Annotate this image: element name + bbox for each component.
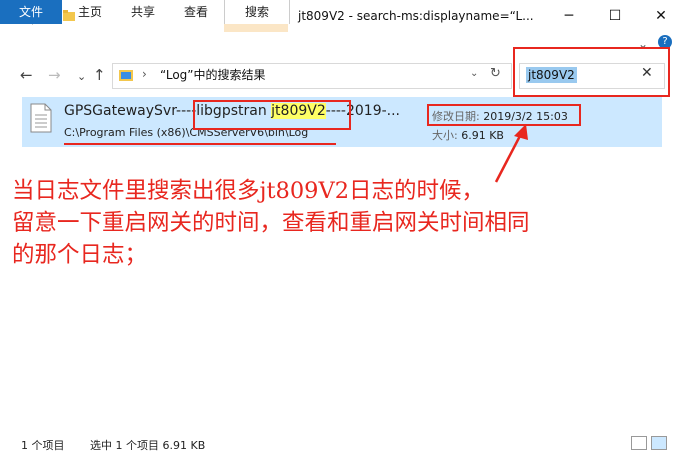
item-count: 1 个项目 xyxy=(21,439,65,452)
annotation-line-1: 当日志文件里搜索出很多jt809V2日志的时候， xyxy=(12,178,485,204)
tab-file[interactable]: 文件 xyxy=(0,0,62,24)
tab-share[interactable]: 共享 xyxy=(118,0,168,24)
forward-arrow-icon[interactable]: → xyxy=(48,66,61,84)
file-name-prefix: GPSGatewaySvr--- xyxy=(64,103,192,119)
close-window-button[interactable]: ✕ xyxy=(638,0,684,32)
large-icons-view-icon[interactable] xyxy=(651,436,667,450)
annotation-line-2: 留意一下重启网关的时间，查看和重启网关时间相同 xyxy=(12,210,530,236)
annotation-box-search xyxy=(513,47,670,97)
annotation-line-3: 的那个日志； xyxy=(12,242,148,268)
minimize-button[interactable]: ─ xyxy=(546,0,592,32)
annotation-text: 当日志文件里搜索出很多jt809V2日志的时候， 留意一下重启网关的时间，查看和… xyxy=(12,175,682,271)
refresh-icon[interactable]: ↻ xyxy=(490,66,501,81)
maximize-button[interactable]: ☐ xyxy=(592,0,638,32)
close-icon: ✕ xyxy=(655,8,667,24)
recent-locations-chevron-icon[interactable]: ⌄ xyxy=(77,70,86,83)
breadcrumb-chevron-icon[interactable]: › xyxy=(142,67,147,81)
address-dropdown-icon[interactable]: ⌄ xyxy=(470,68,478,79)
text-file-icon xyxy=(30,103,52,133)
tab-home[interactable]: 主页 xyxy=(62,0,118,24)
maximize-icon: ☐ xyxy=(608,8,622,24)
minimize-icon: ─ xyxy=(564,8,574,24)
back-arrow-icon[interactable]: ← xyxy=(20,66,33,84)
annotation-underline-path xyxy=(64,143,336,145)
details-view-icon[interactable] xyxy=(631,436,647,450)
up-arrow-icon[interactable]: ↑ xyxy=(93,66,106,84)
breadcrumb-location[interactable]: “Log”中的搜索结果 xyxy=(160,63,266,87)
annotation-box-filename xyxy=(193,100,351,130)
tab-search[interactable]: 搜索 xyxy=(224,0,290,24)
tab-view[interactable]: 查看 xyxy=(168,0,224,24)
window-title: jt809V2 - search-ms:displayname=“L... xyxy=(298,9,534,23)
selection-info: 选中 1 个项目 6.91 KB xyxy=(90,439,206,452)
file-size-label: 大小: xyxy=(432,129,458,142)
search-results-folder-icon xyxy=(119,70,133,81)
